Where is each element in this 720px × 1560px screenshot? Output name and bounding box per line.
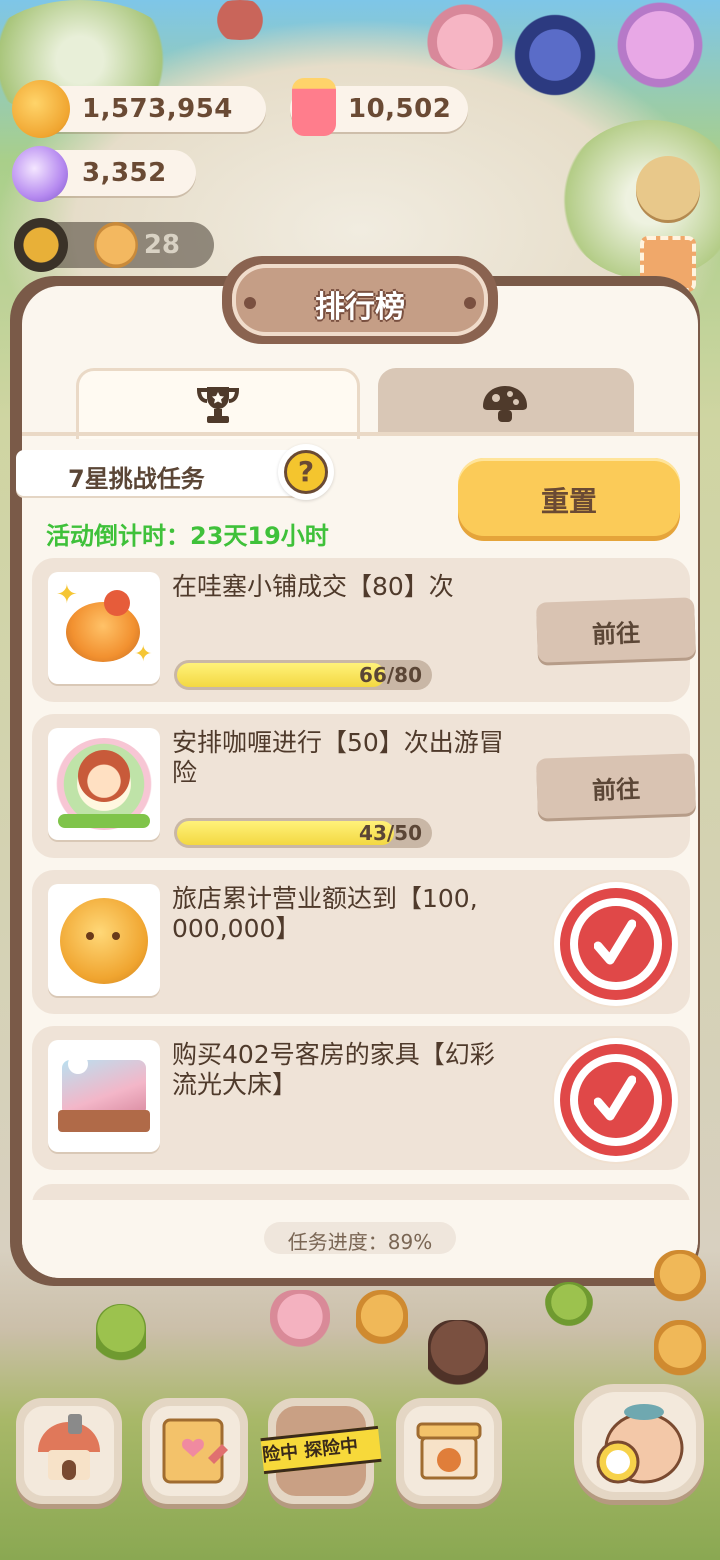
task-progress-fill [177, 663, 385, 687]
go-button[interactable]: 前往 [536, 597, 696, 663]
candles-counter: 10,502 [290, 78, 468, 136]
go-label: 前往 [591, 619, 641, 649]
gold-coin-icon [12, 80, 70, 138]
character-sprite[interactable] [270, 1290, 330, 1356]
adventure-button[interactable]: 险中 探险中 [260, 1398, 382, 1504]
level-count: 28 [143, 230, 180, 260]
task-description: 旅店累计营业额达到【100,000,000】 [172, 884, 478, 943]
go-button[interactable]: 前往 [536, 753, 696, 819]
event-countdown: 活动倒计时：23天19小时 [46, 522, 329, 550]
question-icon: ? [284, 450, 328, 494]
coins-value: 1,573,954 [82, 94, 233, 124]
checkmark-icon [594, 919, 636, 965]
task-progress-bar: 66/80 [174, 660, 432, 690]
character-sprite[interactable] [96, 1304, 146, 1374]
task-progress-label: 66/80 [359, 663, 422, 687]
character-sprite[interactable] [544, 1282, 594, 1332]
character-sprite[interactable] [428, 1320, 488, 1400]
task-card: 旅店累计营业额达到【100,000,000】 [32, 870, 690, 1014]
challenge-label: 7星挑战任务 [16, 450, 316, 496]
character-sprite[interactable] [654, 1250, 706, 1310]
gems-value: 3,352 [82, 158, 167, 188]
task-description: 在哇塞小铺成交【80】次 [172, 572, 454, 601]
cookie-character-icon [94, 222, 138, 268]
completed-stamp [554, 1038, 678, 1162]
checkmark-icon [594, 1075, 636, 1121]
cat-alarm-clock-icon [596, 1404, 684, 1484]
task-card: 购买402号客房的家具【幻彩流光大床】 [32, 1026, 690, 1170]
candles-value: 10,502 [348, 94, 452, 124]
bed-icon [48, 1040, 160, 1152]
character-sprite[interactable] [356, 1290, 408, 1354]
candy-gem-icon [12, 146, 68, 202]
character-sprite[interactable] [200, 0, 280, 40]
tab-mushroom[interactable] [378, 368, 634, 436]
reset-label: 重置 [540, 485, 597, 518]
task-description: 安排咖喱进行【50】次出游冒险 [172, 728, 504, 787]
gold-coin-icon [48, 884, 160, 996]
trophy-icon [196, 387, 240, 423]
character-sprite[interactable] [420, 0, 510, 70]
task-card: ✦ ✦ 在哇塞小铺成交【80】次 66/80 前往 [32, 558, 696, 702]
build-house-button[interactable] [16, 1398, 122, 1504]
notebook-icon [162, 1418, 228, 1484]
gems-counter: 3,352 [12, 146, 196, 202]
collection-button[interactable] [574, 1384, 704, 1500]
task-progress-summary: 任务进度：89% [264, 1222, 456, 1254]
candle-icon [292, 78, 336, 136]
cake-icon: ✦ ✦ [48, 572, 160, 684]
adventure-tape-text: 险中 探险中 [261, 1435, 360, 1467]
notes-button[interactable] [142, 1398, 248, 1504]
go-label: 前往 [591, 775, 641, 805]
task-progress-label: 43/50 [359, 821, 422, 845]
reset-button[interactable]: 重置 [458, 458, 680, 536]
completed-stamp [554, 882, 678, 1006]
level-progress[interactable]: 28 [14, 218, 214, 272]
shop-stall-icon [416, 1422, 482, 1480]
mushroom-icon [483, 386, 527, 422]
challenge-label-text: 7星挑战任务 [68, 465, 205, 493]
character-sprite[interactable] [654, 1320, 706, 1386]
sun-medal-icon [14, 218, 68, 272]
character-sprite[interactable] [610, 0, 710, 90]
character-sprite[interactable] [510, 10, 600, 100]
help-button[interactable]: ? [278, 444, 334, 500]
task-progress-text: 任务进度：89% [287, 1230, 433, 1254]
task-card: 安排咖喱进行【50】次出游冒险 43/50 前往 [32, 714, 696, 858]
coins-counter: 1,573,954 [12, 80, 266, 138]
settings-gear-button[interactable] [636, 156, 700, 220]
task-progress-bar: 43/50 [174, 818, 432, 848]
panel-title: 排行榜 [315, 290, 405, 325]
shop-button[interactable] [396, 1398, 502, 1504]
task-description: 购买402号客房的家具【幻彩流光大床】 [172, 1040, 495, 1099]
tab-divider [22, 432, 698, 436]
tab-trophy[interactable] [76, 368, 360, 439]
mushroom-house-icon [38, 1414, 100, 1480]
curry-character-icon [48, 728, 160, 840]
